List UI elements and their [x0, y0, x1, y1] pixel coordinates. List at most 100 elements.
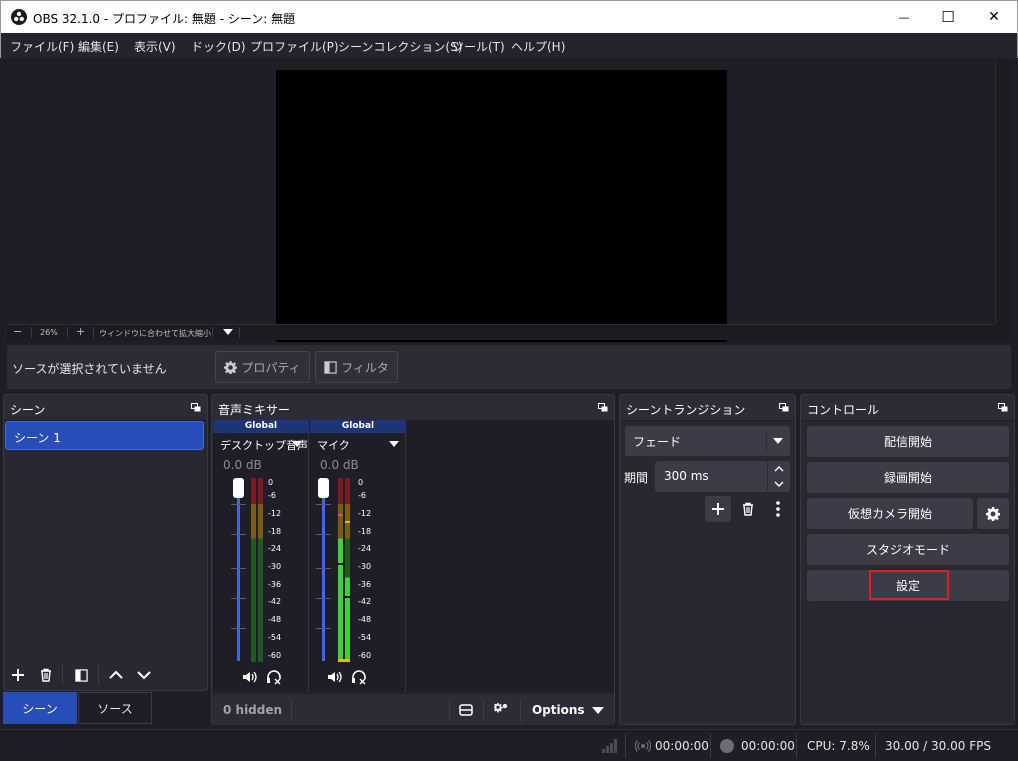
zoom-dropdown-icon[interactable]: [223, 329, 233, 335]
divider: [875, 734, 876, 758]
filters-button[interactable]: フィルタ: [315, 351, 398, 383]
zoom-in-button[interactable]: +: [76, 325, 85, 338]
divider: [449, 699, 450, 721]
menu-help[interactable]: ヘルプ(H): [511, 38, 565, 55]
headphones-icon[interactable]: [265, 669, 283, 685]
move-scene-up-button[interactable]: [103, 662, 129, 688]
maximize-icon: ☐: [941, 8, 955, 26]
tab-scenes[interactable]: シーン: [3, 692, 77, 724]
studio-mode-button[interactable]: スタジオモード: [807, 534, 1009, 565]
fader-tick: [231, 628, 246, 629]
undock-icon[interactable]: [191, 403, 201, 412]
volume-fader-knob[interactable]: [233, 478, 244, 498]
scale-label: -12: [358, 509, 372, 518]
divider: [710, 734, 711, 758]
add-transition-button[interactable]: [705, 496, 731, 522]
minimize-button[interactable]: —: [881, 1, 927, 33]
menu-profile[interactable]: プロファイル(P): [250, 38, 339, 55]
undock-icon[interactable]: [598, 403, 608, 412]
volume-fader-knob[interactable]: [318, 478, 329, 498]
menu-tools[interactable]: ツール(T): [452, 38, 505, 55]
layout-toggle-icon[interactable]: [459, 703, 473, 717]
volume-fader-track[interactable]: [237, 478, 240, 661]
headphones-icon[interactable]: [350, 669, 368, 685]
start-recording-button[interactable]: 録画開始: [807, 462, 1009, 493]
db-scale: 0 -6 -12 -18 -24 -30 -36 -42 -48 -54 -60: [268, 478, 298, 662]
advanced-audio-icon[interactable]: [494, 703, 508, 717]
undock-icon[interactable]: [998, 403, 1008, 412]
no-source-label: ソースが選択されていません: [12, 362, 167, 376]
channel-group-label: Global: [213, 420, 309, 433]
scale-label: -30: [268, 562, 282, 571]
scale-label: -42: [268, 597, 282, 606]
level-meter-right: [258, 478, 263, 662]
menu-edit[interactable]: 編集(E): [78, 38, 119, 55]
preview-canvas[interactable]: [276, 70, 727, 342]
speaker-icon[interactable]: [326, 669, 344, 685]
hidden-count[interactable]: 0 hidden: [223, 703, 282, 717]
fader-tick: [231, 504, 246, 505]
mixer-options-button[interactable]: Options: [532, 703, 585, 717]
level-meter-right: [345, 478, 350, 662]
scale-label: -30: [358, 562, 372, 571]
scale-label: -12: [268, 509, 282, 518]
volume-fader-track[interactable]: [322, 478, 325, 661]
properties-button[interactable]: プロパティ: [215, 351, 310, 383]
duration-spinbox[interactable]: 300 ms: [655, 461, 790, 492]
scale-label: -48: [268, 615, 282, 624]
chevron-down-icon: [773, 438, 783, 444]
close-button[interactable]: ✕: [971, 1, 1017, 33]
channel-volume-db: 0.0 dB: [320, 458, 359, 472]
fader-tick: [231, 598, 246, 599]
zoom-out-button[interactable]: −: [13, 325, 22, 338]
fit-to-window-button[interactable]: ウィンドウに合わせて拡大縮小: [99, 328, 211, 339]
channel-group-label: Global: [310, 420, 406, 433]
menu-dock[interactable]: ドック(D): [191, 38, 246, 55]
speaker-icon[interactable]: [241, 669, 259, 685]
divider: [520, 699, 521, 721]
fader-tick: [231, 534, 246, 535]
scale-label: -54: [358, 633, 372, 642]
options-dropdown-icon[interactable]: [592, 707, 604, 714]
tab-sources[interactable]: ソース: [78, 692, 152, 724]
undock-icon[interactable]: [779, 403, 789, 412]
divider: [67, 327, 68, 338]
scene-filters-button[interactable]: [68, 662, 94, 688]
divider: [212, 327, 213, 338]
add-scene-button[interactable]: [5, 662, 31, 688]
menu-file[interactable]: ファイル(F): [10, 38, 74, 55]
spin-up-icon[interactable]: [773, 465, 785, 473]
fader-tick: [316, 504, 331, 505]
mixer-channel-desktop-audio: Global デスクトップ音声 0.0 dB 0 -6 -12 -18 -24 …: [213, 420, 309, 692]
transition-select[interactable]: フェード: [625, 426, 790, 456]
scale-label: -18: [358, 527, 372, 536]
fader-tick: [316, 628, 331, 629]
divider: [98, 665, 99, 685]
scroll-corner: [995, 324, 1011, 340]
channel-menu-icon[interactable]: [389, 441, 399, 447]
transition-properties-button[interactable]: [766, 496, 790, 522]
menu-view[interactable]: 表示(V): [134, 38, 176, 55]
remove-transition-button[interactable]: [735, 496, 761, 522]
channel-menu-icon[interactable]: [292, 441, 302, 447]
close-icon: ✕: [988, 9, 1000, 25]
streaming-icon: [635, 740, 651, 752]
start-streaming-button[interactable]: 配信開始: [807, 426, 1009, 457]
start-virtual-camera-button[interactable]: 仮想カメラ開始: [807, 498, 973, 529]
scene-item-label: シーン 1: [14, 431, 61, 445]
virtual-camera-settings-button[interactable]: [977, 498, 1009, 529]
remove-scene-button[interactable]: [33, 662, 59, 688]
scene-list-item[interactable]: シーン 1: [5, 421, 204, 450]
chevron-down-icon: [137, 671, 151, 680]
peak-indicator: [345, 521, 350, 523]
cpu-usage: CPU: 7.8%: [807, 739, 870, 753]
maximize-button[interactable]: ☐: [925, 1, 971, 33]
menu-scene-collection[interactable]: シーンコレクション(S): [338, 38, 462, 55]
spin-down-icon[interactable]: [773, 480, 785, 488]
db-scale: 0 -6 -12 -18 -24 -30 -36 -42 -48 -54 -60: [358, 478, 388, 662]
scenes-dock-header: シーン: [4, 395, 207, 421]
divider: [767, 461, 768, 492]
move-scene-down-button[interactable]: [131, 662, 157, 688]
preview-vertical-scrollbar[interactable]: [995, 60, 1011, 324]
scale-label: -24: [358, 544, 372, 553]
